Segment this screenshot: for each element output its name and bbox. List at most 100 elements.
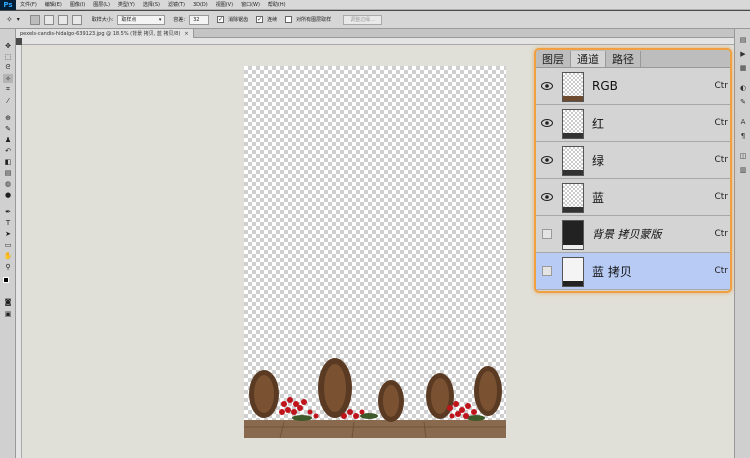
visibility-toggle[interactable] xyxy=(542,229,552,239)
tab-channels[interactable]: 通道 xyxy=(571,51,606,67)
tool-preset-dropdown-icon[interactable]: ▾ xyxy=(17,16,20,23)
antialias-checkbox[interactable]: ✓ xyxy=(217,16,225,23)
history-panel-icon[interactable]: ▤ xyxy=(738,35,748,45)
type-tool-icon[interactable]: T xyxy=(3,218,13,227)
channel-thumbnail xyxy=(562,257,584,287)
eye-icon[interactable] xyxy=(540,118,554,128)
screen-mode-icon[interactable]: ▣ xyxy=(3,309,13,318)
visibility-toggle[interactable] xyxy=(542,266,552,276)
add-to-selection-button[interactable] xyxy=(43,14,54,25)
tab-layers[interactable]: 图层 xyxy=(536,51,571,67)
menu-select[interactable]: 选择(S) xyxy=(139,1,164,8)
channel-shortcut: Ctr xyxy=(714,266,728,276)
menu-edit[interactable]: 编辑(E) xyxy=(41,1,66,8)
antialias-label: 消除锯齿 xyxy=(228,17,249,23)
channel-shortcut: Ctr xyxy=(714,118,728,128)
channel-thumbnail xyxy=(562,146,584,176)
tolerance-input[interactable]: 32 xyxy=(189,14,210,25)
tab-paths[interactable]: 路径 xyxy=(606,51,641,67)
channel-thumbnail xyxy=(562,220,584,250)
menu-layer[interactable]: 图层(L) xyxy=(89,1,114,8)
brush-panel-icon[interactable]: ✎ xyxy=(738,97,748,107)
rectangle-tool-icon[interactable]: ▭ xyxy=(3,240,13,249)
contiguous-label: 连续 xyxy=(267,17,278,23)
paragraph-panel-icon[interactable]: ¶ xyxy=(738,131,748,141)
document-tab-title: pexels-candis-hidalgo-639123.jpg @ 18.5%… xyxy=(20,31,181,37)
magic-wand-tool-icon[interactable]: ✧ xyxy=(3,74,13,83)
subtract-selection-button[interactable] xyxy=(57,14,68,25)
channel-shortcut: Ctr xyxy=(714,192,728,202)
horizontal-ruler xyxy=(22,38,734,45)
hand-tool-icon[interactable]: ✋ xyxy=(3,251,13,260)
lasso-tool-icon[interactable]: ᘓ xyxy=(3,63,13,72)
pinecone-image xyxy=(244,358,506,438)
character-panel-icon[interactable]: A xyxy=(738,117,748,127)
menu-3d[interactable]: 3D(D) xyxy=(189,2,212,8)
channels-panel-icon[interactable]: ▥ xyxy=(738,165,748,175)
brush-tool-icon[interactable]: ✎ xyxy=(3,124,13,133)
history-brush-icon[interactable]: ↶ xyxy=(3,146,13,155)
swatches-panel-icon[interactable]: ▦ xyxy=(738,63,748,73)
crop-tool-icon[interactable]: ⌗ xyxy=(3,85,13,94)
pen-tool-icon[interactable]: ✒ xyxy=(3,207,13,216)
color-swatches-icon[interactable] xyxy=(3,276,13,286)
zoom-tool-icon[interactable]: ⚲ xyxy=(3,262,13,271)
path-selection-icon[interactable]: ➤ xyxy=(3,229,13,238)
eye-icon[interactable] xyxy=(540,81,554,91)
layers-panel-icon[interactable]: ◫ xyxy=(738,151,748,161)
channel-row-blue-copy[interactable]: 蓝 拷贝 Ctr xyxy=(536,253,730,290)
eraser-tool-icon[interactable]: ◧ xyxy=(3,157,13,166)
marquee-tool-icon[interactable]: ⬚ xyxy=(3,52,13,61)
channel-name: 背景 拷贝蒙版 xyxy=(592,228,662,241)
eye-icon[interactable] xyxy=(540,192,554,202)
clone-stamp-icon[interactable]: ♟ xyxy=(3,135,13,144)
channel-thumbnail xyxy=(562,72,584,102)
eyedropper-tool-icon[interactable]: ⁄ xyxy=(3,96,13,105)
tolerance-label: 容差: xyxy=(173,17,186,23)
channel-name: RGB xyxy=(592,79,618,93)
new-selection-button[interactable] xyxy=(29,14,40,25)
sample-size-value: 取样点 xyxy=(121,17,137,23)
document-tab-bar: pexels-candis-hidalgo-639123.jpg @ 18.5%… xyxy=(16,29,750,38)
channels-panel: 图层 通道 路径 RGB Ctr 红 Ctr 绿 Ctr 蓝 Ctr 背景 拷贝… xyxy=(534,48,732,293)
menu-window[interactable]: 窗口(W) xyxy=(237,1,264,8)
eye-icon[interactable] xyxy=(540,155,554,165)
sample-all-layers-checkbox[interactable] xyxy=(285,16,293,23)
menu-filter[interactable]: 滤镜(T) xyxy=(164,1,189,8)
channel-row-green[interactable]: 绿 Ctr xyxy=(536,142,730,179)
channel-row-red[interactable]: 红 Ctr xyxy=(536,105,730,142)
channel-shortcut: Ctr xyxy=(714,81,728,91)
magic-wand-tool-icon[interactable]: ✧ xyxy=(6,15,13,24)
menu-view[interactable]: 视图(V) xyxy=(212,1,237,8)
menu-file[interactable]: 文件(F) xyxy=(16,1,41,8)
gradient-tool-icon[interactable]: ▤ xyxy=(3,168,13,177)
channel-row-blue[interactable]: 蓝 Ctr xyxy=(536,179,730,216)
contiguous-checkbox[interactable]: ✓ xyxy=(256,16,264,23)
channel-row-rgb[interactable]: RGB Ctr xyxy=(536,68,730,105)
healing-brush-icon[interactable]: ⊕ xyxy=(3,113,13,122)
intersect-selection-button[interactable] xyxy=(71,14,82,25)
right-dock: ▤ ▶ ▦ ◐ ✎ A ¶ ◫ ▥ xyxy=(734,29,750,458)
menu-help[interactable]: 帮助(H) xyxy=(264,1,290,8)
sample-all-layers-label: 对所有图层取样 xyxy=(296,17,332,23)
adjustments-panel-icon[interactable]: ◐ xyxy=(738,83,748,93)
move-tool-icon[interactable]: ✥ xyxy=(3,41,13,50)
sample-size-label: 取样大小: xyxy=(91,17,114,23)
refine-edge-button[interactable]: 调整边缘... xyxy=(343,14,382,25)
document-tab[interactable]: pexels-candis-hidalgo-639123.jpg @ 18.5%… xyxy=(16,29,194,38)
dodge-tool-icon[interactable]: ● xyxy=(3,190,13,199)
menu-type[interactable]: 类型(Y) xyxy=(114,1,139,8)
close-icon[interactable]: × xyxy=(184,31,188,37)
channel-row-layer-mask[interactable]: 背景 拷贝蒙版 Ctr xyxy=(536,216,730,253)
menu-image[interactable]: 图像(I) xyxy=(66,1,89,8)
chevron-down-icon: ▾ xyxy=(158,16,162,23)
channel-thumbnail xyxy=(562,183,584,213)
photoshop-logo: Ps xyxy=(0,0,16,10)
sample-size-select[interactable]: 取样点 ▾ xyxy=(117,14,166,25)
channel-name: 蓝 拷贝 xyxy=(592,264,632,279)
quick-mask-icon[interactable]: ◙ xyxy=(3,297,13,306)
options-bar: ✧ ▾ 取样大小: 取样点 ▾ 容差: 32 ✓ 消除锯齿 ✓ 连续 对所有图层… xyxy=(0,11,750,29)
document-canvas[interactable] xyxy=(244,66,506,438)
blur-tool-icon[interactable]: ◍ xyxy=(3,179,13,188)
actions-panel-icon[interactable]: ▶ xyxy=(738,49,748,59)
